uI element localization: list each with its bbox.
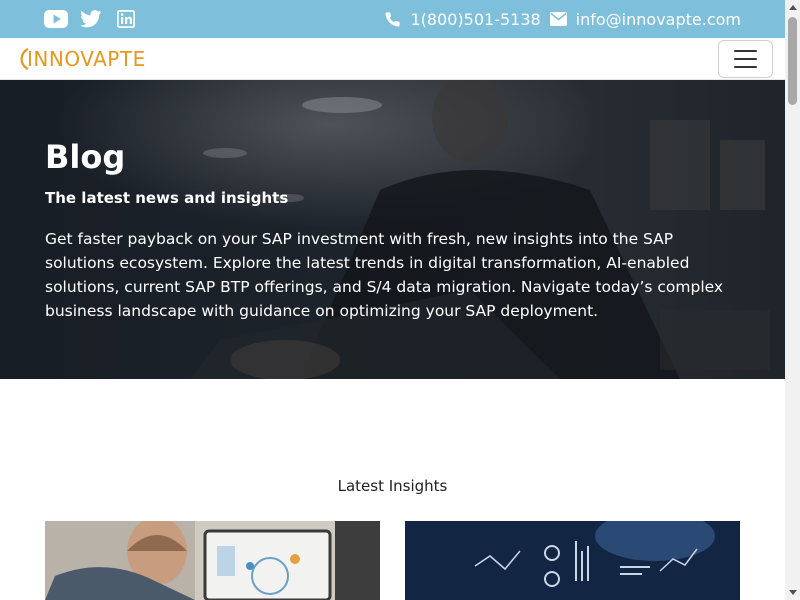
hero-description: Get faster payback on your SAP investmen… [45, 230, 724, 320]
linkedin-link[interactable] [114, 8, 138, 30]
twitter-link[interactable] [79, 8, 103, 30]
email-link[interactable]: info@innovapte.com [576, 10, 741, 29]
social-links [44, 8, 149, 30]
main-navbar: INNOVAPTE [0, 38, 785, 80]
youtube-icon [44, 10, 68, 28]
phone-icon [384, 10, 402, 28]
scroll-down-arrow-icon[interactable] [785, 585, 800, 600]
scroll-up-arrow-icon[interactable] [785, 0, 800, 15]
page-scrollbar[interactable] [785, 0, 800, 600]
twitter-icon [80, 10, 102, 28]
innovapte-logo[interactable]: INNOVAPTE [14, 46, 146, 72]
contact-info: 1(800)501-5138 info@innovapte.com [384, 8, 741, 30]
youtube-link[interactable] [44, 8, 68, 30]
hamburger-menu-button[interactable] [718, 40, 773, 78]
logo-text: INNOVAPTE [27, 47, 146, 71]
page-title: Blog [45, 138, 126, 176]
latest-insights-heading: Latest Insights [337, 477, 448, 495]
linkedin-icon [117, 10, 135, 28]
envelope-icon [549, 10, 568, 28]
insight-card-image-1[interactable] [45, 521, 380, 600]
insight-card-image-2[interactable] [405, 521, 740, 600]
hero-subtitle: The latest news and insights [45, 189, 289, 207]
hero-banner: Blog The latest news and insights Get fa… [0, 80, 785, 379]
scroll-thumb[interactable] [788, 17, 797, 105]
hamburger-menu-icon [734, 50, 757, 52]
top-contact-bar: 1(800)501-5138 info@innovapte.com [0, 0, 785, 38]
phone-link[interactable]: 1(800)501-5138 [410, 10, 540, 29]
